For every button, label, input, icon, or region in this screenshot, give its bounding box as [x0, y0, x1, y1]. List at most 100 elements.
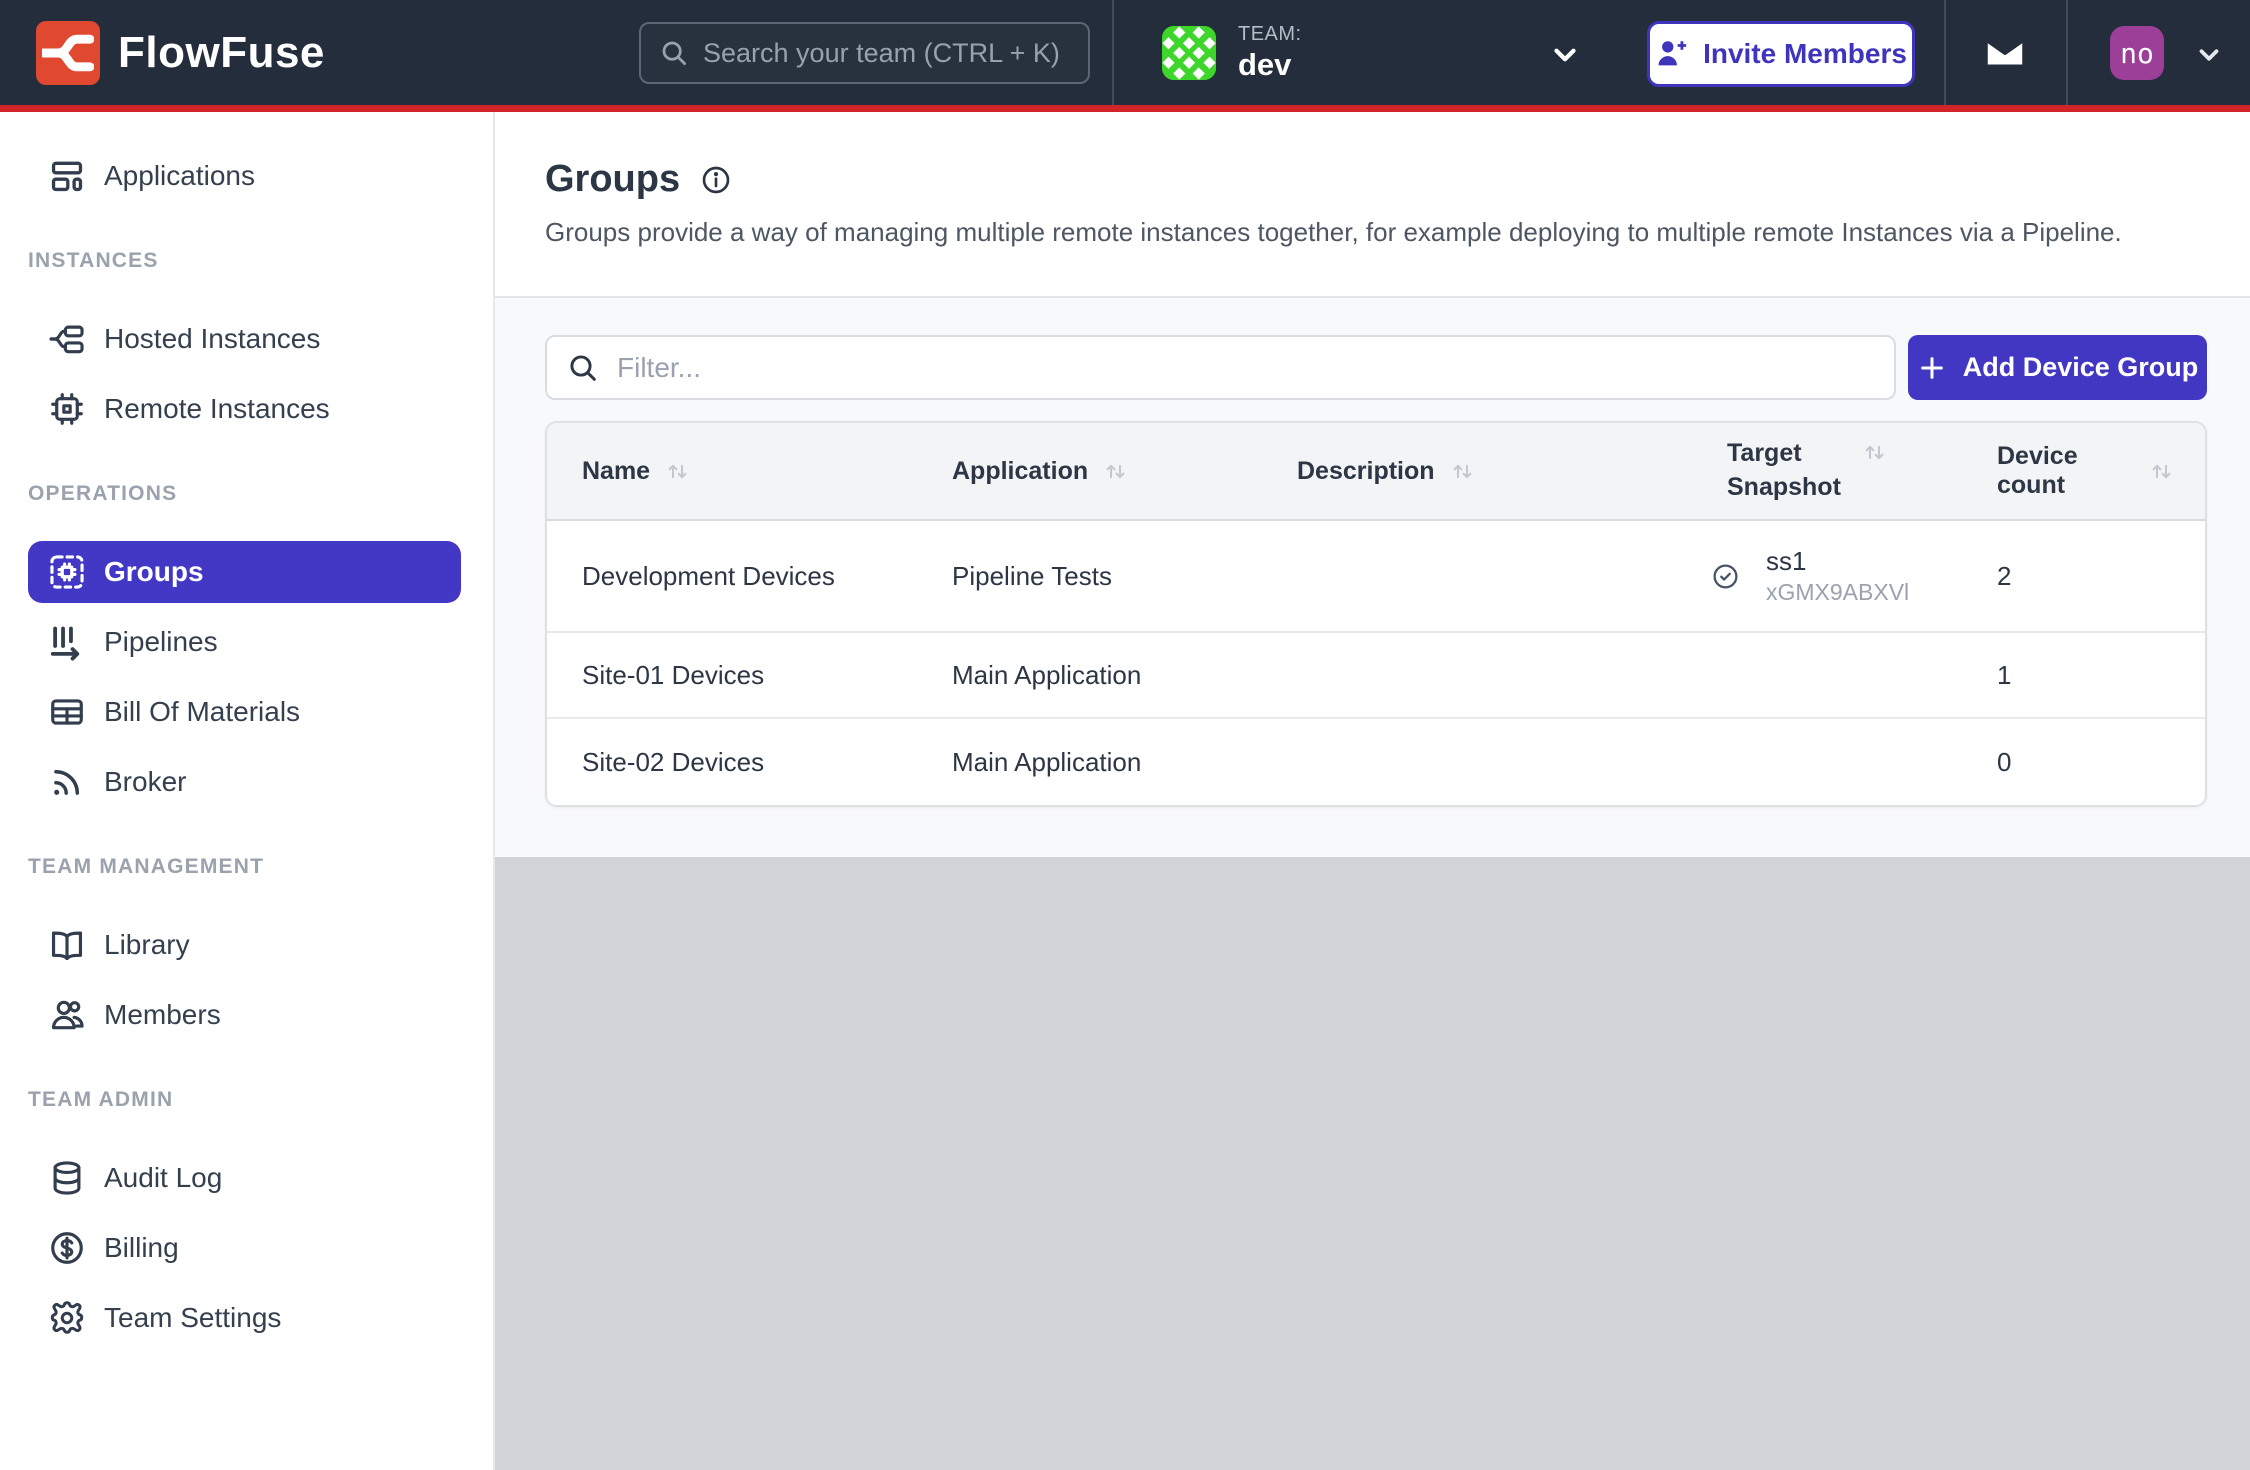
- flowfuse-logo-icon: [36, 21, 100, 85]
- device-count: 0: [1997, 747, 2205, 778]
- sidebar-item-applications[interactable]: Applications: [28, 145, 461, 207]
- sidebar-item-team-settings[interactable]: Team Settings: [28, 1287, 461, 1349]
- page-title: Groups: [545, 158, 680, 201]
- sidebar-item-label: Pipelines: [104, 626, 218, 658]
- brand[interactable]: FlowFuse: [36, 0, 325, 105]
- sidebar-item-label: Team Settings: [104, 1302, 281, 1334]
- filter-search-icon: [567, 352, 599, 384]
- column-header-application[interactable]: Application: [952, 457, 1297, 486]
- sidebar-section-team-admin: TEAM ADMIN: [28, 1086, 493, 1114]
- column-header-target-snapshot[interactable]: Target Snapshot: [1727, 437, 1997, 505]
- top-navbar: FlowFuse: [0, 0, 2250, 105]
- sidebar-item-label: Billing: [104, 1232, 179, 1264]
- search-input[interactable]: [703, 38, 1070, 69]
- group-name: Development Devices: [582, 561, 952, 592]
- sidebar-section-operations: OPERATIONS: [28, 480, 493, 508]
- plus-icon: [1917, 353, 1947, 383]
- library-icon: [48, 926, 86, 964]
- table-row[interactable]: Development Devices Pipeline Tests ss1 x…: [547, 521, 2205, 633]
- page-header: Groups Groups provide a way of managing …: [495, 112, 2250, 298]
- team-label: TEAM:: [1238, 23, 1302, 45]
- group-application: Main Application: [952, 660, 1297, 691]
- accent-bar: [0, 105, 2250, 112]
- table-row[interactable]: Site-01 Devices Main Application 1: [547, 633, 2205, 719]
- filter-input[interactable]: [617, 352, 1874, 384]
- brand-name: FlowFuse: [118, 28, 325, 78]
- sidebar-item-pipelines[interactable]: Pipelines: [28, 611, 461, 673]
- group-application: Main Application: [952, 747, 1297, 778]
- sidebar-item-label: Library: [104, 929, 190, 961]
- page-description: Groups provide a way of managing multipl…: [545, 217, 2250, 248]
- group-application: Pipeline Tests: [952, 561, 1297, 592]
- sidebar-item-library[interactable]: Library: [28, 914, 461, 976]
- info-icon[interactable]: [700, 164, 732, 196]
- sort-icon: [664, 458, 691, 485]
- add-device-group-button[interactable]: Add Device Group: [1908, 335, 2207, 400]
- team-chevron-down-icon[interactable]: [1548, 38, 1582, 72]
- sidebar-item-audit-log[interactable]: Audit Log: [28, 1147, 461, 1209]
- column-header-device-count[interactable]: Device count: [1997, 442, 2205, 500]
- invite-members-label: Invite Members: [1703, 38, 1907, 70]
- nav-divider: [1112, 0, 1114, 105]
- bill-of-materials-icon: [48, 693, 86, 731]
- remote-instances-icon: [48, 390, 86, 428]
- group-name: Site-02 Devices: [582, 747, 952, 778]
- filter-box[interactable]: [545, 335, 1896, 400]
- sidebar: Applications INSTANCES Hosted Instances …: [0, 112, 495, 1470]
- main-content: Groups Groups provide a way of managing …: [495, 112, 2250, 1470]
- check-circle-icon: [1711, 562, 1740, 591]
- sidebar-item-hosted-instances[interactable]: Hosted Instances: [28, 308, 461, 370]
- team-search[interactable]: [639, 22, 1090, 84]
- user-initials: no: [2120, 37, 2154, 70]
- snapshot-id: xGMX9ABXVl: [1766, 579, 1909, 607]
- sort-icon: [1861, 439, 1888, 466]
- sort-icon: [2148, 458, 2175, 485]
- device-groups-table: Name Application Description Target Snap…: [545, 421, 2207, 807]
- sidebar-item-label: Bill Of Materials: [104, 696, 300, 728]
- user-plus-icon: [1655, 37, 1689, 71]
- search-icon: [659, 38, 689, 68]
- content-background: [495, 857, 2250, 1470]
- sidebar-section-instances: INSTANCES: [28, 247, 493, 275]
- sidebar-item-label: Broker: [104, 766, 186, 798]
- sort-icon: [1102, 458, 1129, 485]
- hosted-instances-icon: [48, 320, 86, 358]
- sidebar-item-label: Members: [104, 999, 221, 1031]
- sidebar-item-remote-instances[interactable]: Remote Instances: [28, 378, 461, 440]
- add-device-group-label: Add Device Group: [1963, 352, 2199, 383]
- audit-log-icon: [48, 1159, 86, 1197]
- sidebar-item-label: Audit Log: [104, 1162, 222, 1194]
- group-name: Site-01 Devices: [582, 660, 952, 691]
- sidebar-item-label: Remote Instances: [104, 393, 330, 425]
- broker-icon: [48, 763, 86, 801]
- team-name: dev: [1238, 48, 1302, 82]
- team-selector[interactable]: TEAM: dev: [1162, 0, 1302, 105]
- mail-icon: [1982, 30, 2028, 76]
- table-header-row: Name Application Description Target Snap…: [547, 423, 2205, 521]
- user-menu-chevron-down-icon[interactable]: [2194, 40, 2224, 70]
- sidebar-item-groups[interactable]: Groups: [28, 541, 461, 603]
- sidebar-item-broker[interactable]: Broker: [28, 751, 461, 813]
- sidebar-section-team-management: TEAM MANAGEMENT: [28, 853, 493, 881]
- pipelines-icon: [48, 623, 86, 661]
- invite-members-button[interactable]: Invite Members: [1647, 21, 1915, 87]
- sidebar-item-label: Hosted Instances: [104, 323, 320, 355]
- applications-icon: [48, 157, 86, 195]
- user-avatar[interactable]: no: [2110, 26, 2164, 80]
- nav-divider: [1944, 0, 1946, 105]
- sidebar-item-label: Applications: [104, 160, 255, 192]
- device-count: 2: [1997, 561, 2205, 592]
- snapshot-name: ss1: [1766, 546, 1909, 577]
- sidebar-item-bill-of-materials[interactable]: Bill Of Materials: [28, 681, 461, 743]
- sidebar-item-members[interactable]: Members: [28, 984, 461, 1046]
- sidebar-item-label: Groups: [104, 556, 204, 588]
- column-header-description[interactable]: Description: [1297, 457, 1727, 486]
- notifications-button[interactable]: [1982, 30, 2028, 76]
- sort-icon: [1449, 458, 1476, 485]
- billing-icon: [48, 1229, 86, 1267]
- device-count: 1: [1997, 660, 2205, 691]
- sidebar-item-billing[interactable]: Billing: [28, 1217, 461, 1279]
- team-avatar: [1162, 26, 1216, 80]
- column-header-name[interactable]: Name: [582, 457, 952, 486]
- table-row[interactable]: Site-02 Devices Main Application 0: [547, 719, 2205, 805]
